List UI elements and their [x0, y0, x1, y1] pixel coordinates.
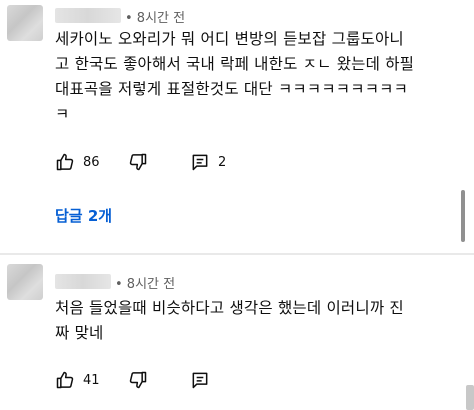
avatar[interactable] [7, 264, 43, 300]
avatar[interactable] [7, 5, 43, 41]
dislike-button[interactable] [128, 152, 148, 172]
thumbs-up-icon [56, 153, 74, 171]
like-button[interactable]: 86 [55, 152, 100, 172]
thumbs-down-icon [129, 371, 147, 389]
author-name-blurred[interactable] [55, 8, 121, 23]
author-name-blurred[interactable] [55, 274, 111, 289]
like-count: 86 [83, 154, 100, 170]
like-count: 41 [83, 372, 100, 388]
comment-icon [192, 372, 208, 389]
thumbs-down-icon [129, 153, 147, 171]
comment-text: 처음 들었을때 비슷하다고 생각은 했는데 이러니까 진 짜 맞네 [55, 299, 404, 342]
comment-timestamp: • 8시간 전 [125, 11, 186, 26]
reply-button[interactable]: 2 [190, 152, 226, 172]
comment-divider [0, 253, 474, 255]
thumbs-up-icon [56, 371, 74, 389]
scrollbar[interactable] [461, 190, 465, 242]
view-replies-button[interactable]: 답글 2개 [55, 205, 112, 226]
reply-button[interactable] [190, 370, 210, 390]
like-button[interactable]: 41 [55, 370, 100, 390]
comment-text: 세카이노 오와리가 뭐 어디 변방의 듣보잡 그룹도아니 고 한국도 좋아해서 … [55, 30, 415, 123]
reply-count: 2 [218, 154, 227, 170]
comment-icon [192, 154, 208, 171]
dislike-button[interactable] [128, 370, 148, 390]
comment-timestamp: • 8시간 전 [115, 277, 176, 292]
scrollbar-edge[interactable] [466, 385, 474, 410]
